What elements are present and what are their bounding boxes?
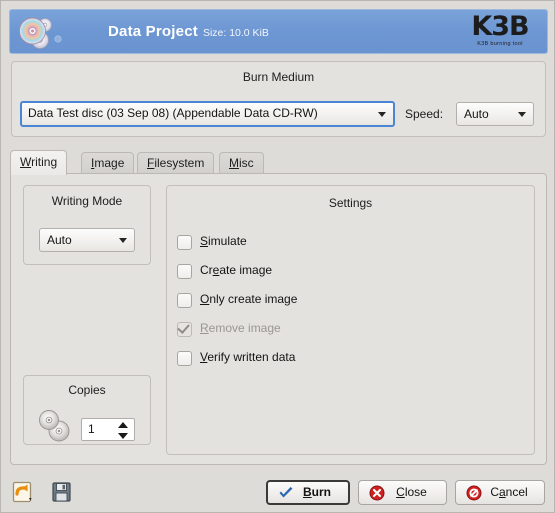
checkbox-box[interactable] [177, 264, 192, 279]
check-icon [278, 485, 294, 501]
tab-misc[interactable]: Misc [219, 152, 264, 174]
checkbox-box [177, 321, 192, 337]
copies-stepper[interactable]: 1 [81, 418, 135, 441]
checkbox-label: Create image [200, 263, 273, 277]
copies-value: 1 [88, 422, 95, 436]
checkbox-label: Verify written data [200, 350, 296, 364]
tab-writing[interactable]: Writing [10, 150, 68, 175]
k3b-logo: K3B K3B burning tool [461, 11, 539, 53]
burn-medium-title: Burn Medium [242, 70, 315, 84]
copies-title: Copies [68, 383, 106, 397]
k3b-logo-text: K3B [471, 11, 529, 42]
writing-mode-group: Writing Mode [23, 185, 151, 265]
project-size: Size: 10.0 KiB [202, 27, 269, 39]
writing-mode-value: Auto [47, 233, 72, 247]
two-discs-icon [37, 409, 77, 445]
load-user-defaults-button[interactable] [11, 480, 37, 504]
page-title: Data Project [108, 23, 198, 40]
dialog-header: Data Project Size: 10.0 KiB K3B K3B burni… [9, 9, 548, 54]
close-button[interactable]: Close [358, 480, 447, 505]
save-user-defaults-button[interactable] [49, 480, 75, 504]
writing-mode-select[interactable]: Auto [39, 228, 135, 252]
checkbox-label: Remove image [200, 321, 281, 335]
stepper-up-icon[interactable] [118, 422, 128, 428]
burn-button[interactable]: Burn [266, 480, 350, 505]
checkbox-label: Simulate [200, 234, 247, 248]
speed-select-value: Auto [464, 107, 489, 121]
checkbox-label: Only create image [200, 292, 298, 306]
speed-label: Speed: [405, 107, 444, 121]
medium-select[interactable]: Data Test disc (03 Sep 08) (Appendable D… [20, 101, 395, 127]
cancel-icon [466, 485, 482, 501]
cancel-button[interactable]: Cancel [455, 480, 545, 505]
chevron-down-icon [378, 112, 386, 117]
settings-title: Settings [328, 196, 373, 210]
checkbox-box[interactable] [177, 293, 192, 308]
settings-group: Settings Simulate Create image Only crea… [166, 185, 535, 455]
close-button-label: Close [396, 485, 427, 499]
stepper-down-icon[interactable] [118, 433, 128, 439]
cd-disc-stack-icon [18, 13, 64, 51]
writing-mode-title: Writing Mode [51, 194, 123, 208]
stepper-arrows[interactable] [118, 422, 129, 439]
burn-dialog: Data Project Size: 10.0 KiB K3B K3B burni… [0, 0, 555, 513]
speed-select[interactable]: Auto [456, 102, 534, 126]
chevron-down-icon [119, 238, 127, 243]
k3b-logo-subtitle: K3B burning tool [477, 41, 523, 47]
medium-select-value: Data Test disc (03 Sep 08) (Appendable D… [28, 106, 318, 120]
tab-image[interactable]: Image [81, 152, 135, 174]
checkbox-box[interactable] [177, 235, 192, 250]
checkbox-box[interactable] [177, 351, 192, 366]
check-icon [177, 321, 190, 334]
header-title-wrap: Data Project Size: 10.0 KiB [108, 23, 269, 40]
chevron-down-icon [518, 112, 526, 117]
tab-filesystem[interactable]: Filesystem [137, 152, 215, 174]
close-icon [369, 485, 385, 501]
